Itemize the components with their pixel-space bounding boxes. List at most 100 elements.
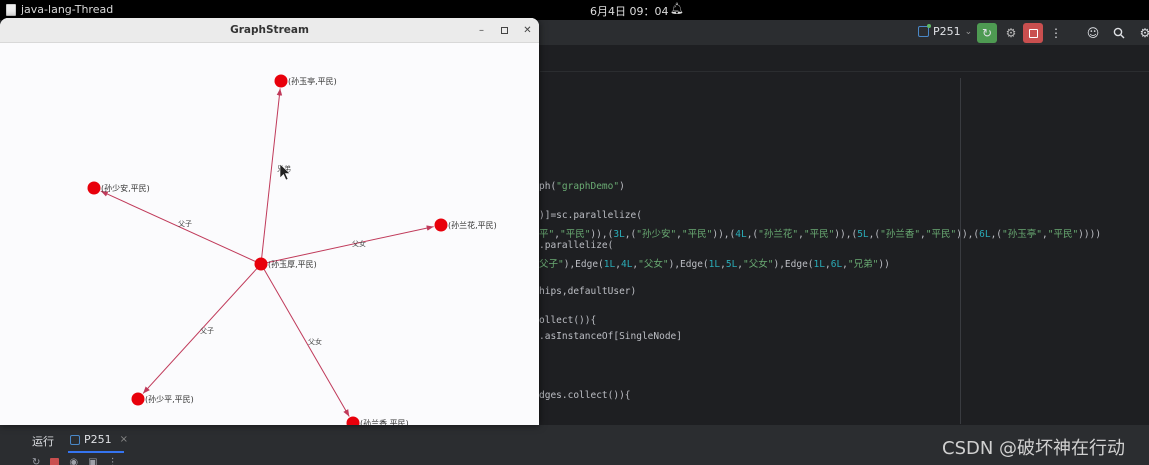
node-label: (孙少平,平民) — [145, 394, 194, 404]
code-token: 4L — [620, 259, 633, 270]
code-token: .parallelize( — [539, 240, 614, 251]
search-button[interactable] — [1109, 23, 1129, 43]
graph-canvas[interactable]: 兄弟父子父女父子父女 (孙玉厚,平民)(孙少平,平民)(孙少安,平民)(孙兰花,… — [0, 43, 539, 425]
graph-edge — [260, 263, 350, 417]
search-icon — [1113, 27, 1125, 39]
code-line: )]=sc.parallelize( — [539, 210, 642, 221]
bell-icon[interactable]: 🔔︎ — [670, 2, 684, 15]
code-token: "父女" — [638, 259, 669, 270]
active-app-indicator[interactable]: java-lang-Thread — [6, 3, 113, 16]
add-user-icon: ☺ — [1086, 26, 1100, 40]
code-token: hips,defaultUser) — [539, 286, 637, 297]
run-panel-title[interactable]: 运行 — [32, 433, 54, 449]
maximize-icon — [501, 27, 508, 34]
graph-node[interactable] — [87, 181, 101, 195]
node-label: (孙玉厚,平民) — [268, 259, 317, 269]
more-actions-button[interactable]: ⋮ — [1046, 23, 1066, 43]
code-token: "平民" — [925, 229, 957, 240]
code-token: ,( — [990, 229, 1003, 240]
active-app-name: java-lang-Thread — [21, 3, 114, 16]
window-titlebar[interactable]: GraphStream – ✕ — [0, 18, 539, 43]
add-user-button[interactable]: ☺ — [1083, 23, 1103, 43]
stop-icon — [1028, 28, 1038, 38]
graph-edge — [260, 225, 434, 265]
code-token: )),( — [712, 229, 736, 240]
minimize-icon: – — [479, 25, 484, 36]
chevron-down-icon: ⌄ — [964, 26, 973, 37]
code-token: 父子" — [539, 259, 564, 270]
close-icon[interactable]: × — [120, 434, 128, 445]
graph-node[interactable] — [254, 257, 268, 271]
system-clock[interactable]: 6月4日 09：04 — [590, 3, 669, 19]
window-title: GraphStream — [230, 24, 309, 36]
run-tab-label: P251 — [84, 433, 112, 446]
code-token: ollect()){ — [539, 315, 597, 326]
maximize-button[interactable] — [497, 23, 512, 38]
code-line: .asInstanceOf[SingleNode] — [539, 331, 682, 342]
right-margin-guide — [960, 78, 961, 424]
code-token: "graphDemo" — [556, 181, 620, 192]
camera-icon[interactable]: ◉ — [69, 457, 78, 465]
graph-edge — [260, 88, 283, 265]
code-token: ,( — [868, 229, 881, 240]
code-line: dges.collect()){ — [539, 390, 631, 401]
code-token: 1L — [813, 259, 825, 270]
run-config-selector[interactable]: P251 ⌄ — [918, 24, 973, 38]
code-token: 3L — [613, 229, 625, 240]
graph-node[interactable] — [346, 416, 360, 426]
code-token: 1L — [708, 259, 721, 270]
close-icon: ✕ — [523, 25, 532, 36]
debug-button[interactable]: ⚙ — [1001, 23, 1021, 43]
run-config-label: P251 — [933, 25, 961, 38]
code-token: "平民" — [559, 229, 591, 240]
run-config-icon — [70, 434, 80, 445]
code-token: .asInstanceOf[SingleNode] — [539, 331, 682, 342]
code-token: )),( — [834, 229, 858, 240]
stop-icon[interactable] — [50, 458, 60, 465]
code-line: ph("graphDemo") — [539, 181, 625, 192]
csdn-watermark: CSDN @破坏神在行动 — [942, 438, 1126, 459]
java-app-icon — [6, 3, 16, 16]
code-token: 6L — [830, 259, 843, 270]
code-line: hips,defaultUser) — [539, 286, 636, 297]
code-token: )),( — [956, 229, 980, 240]
code-token: 4L — [735, 229, 747, 240]
rerun-icon[interactable]: ↻ — [32, 457, 40, 465]
more-vertical-icon[interactable]: ⋮ — [108, 457, 118, 465]
code-token: "平民" — [1047, 229, 1079, 240]
graphstream-window[interactable]: GraphStream – ✕ 兄弟父子父女父子父女 (孙玉厚,平民)(孙少平,… — [0, 18, 539, 425]
minimize-button[interactable]: – — [474, 23, 489, 38]
edge-label: 父女 — [352, 239, 366, 248]
code-token: "孙玉亭" — [1002, 229, 1042, 240]
code-token: 平" — [539, 229, 555, 240]
rerun-button[interactable]: ↻ — [977, 23, 997, 43]
code-token: 1L — [603, 259, 616, 270]
code-token: )),( — [590, 229, 614, 240]
graph-node[interactable] — [434, 218, 448, 232]
stop-button[interactable] — [1023, 23, 1043, 43]
code-line: 父子"),Edge(1L,4L,"父女"),Edge(1L,5L,"父女"),E… — [539, 256, 890, 270]
editor-tab-bar — [540, 46, 1149, 72]
rerun-icon: ↻ — [981, 26, 993, 40]
active-tab-indicator — [68, 451, 124, 453]
code-token: "平民" — [803, 229, 835, 240]
run-config-icon — [918, 24, 931, 37]
gear-icon: ⚙ — [1139, 26, 1149, 40]
close-button[interactable]: ✕ — [520, 23, 535, 38]
code-token: "平民" — [681, 229, 713, 240]
settings-button[interactable]: ⚙ — [1135, 23, 1149, 43]
node-label: (孙玉亭,平民) — [288, 76, 337, 86]
graph-node[interactable] — [131, 392, 145, 406]
code-line: .parallelize( — [539, 240, 613, 251]
graph-node[interactable] — [274, 74, 288, 88]
code-token: dges.collect()){ — [539, 390, 631, 401]
code-token: 6L — [979, 229, 991, 240]
run-tab-p251[interactable]: P251 × — [70, 433, 128, 446]
code-token: ),Edge( — [773, 259, 814, 270]
node-label: (孙少安,平民) — [101, 183, 150, 193]
edge-label: 父子 — [200, 327, 214, 335]
restore-layout-icon[interactable]: ▣ — [88, 457, 97, 465]
edge-label: 父子 — [178, 220, 192, 228]
code-token: ,( — [624, 229, 637, 240]
run-panel-actions: ↻ ◉ ▣ ⋮ — [32, 457, 118, 465]
